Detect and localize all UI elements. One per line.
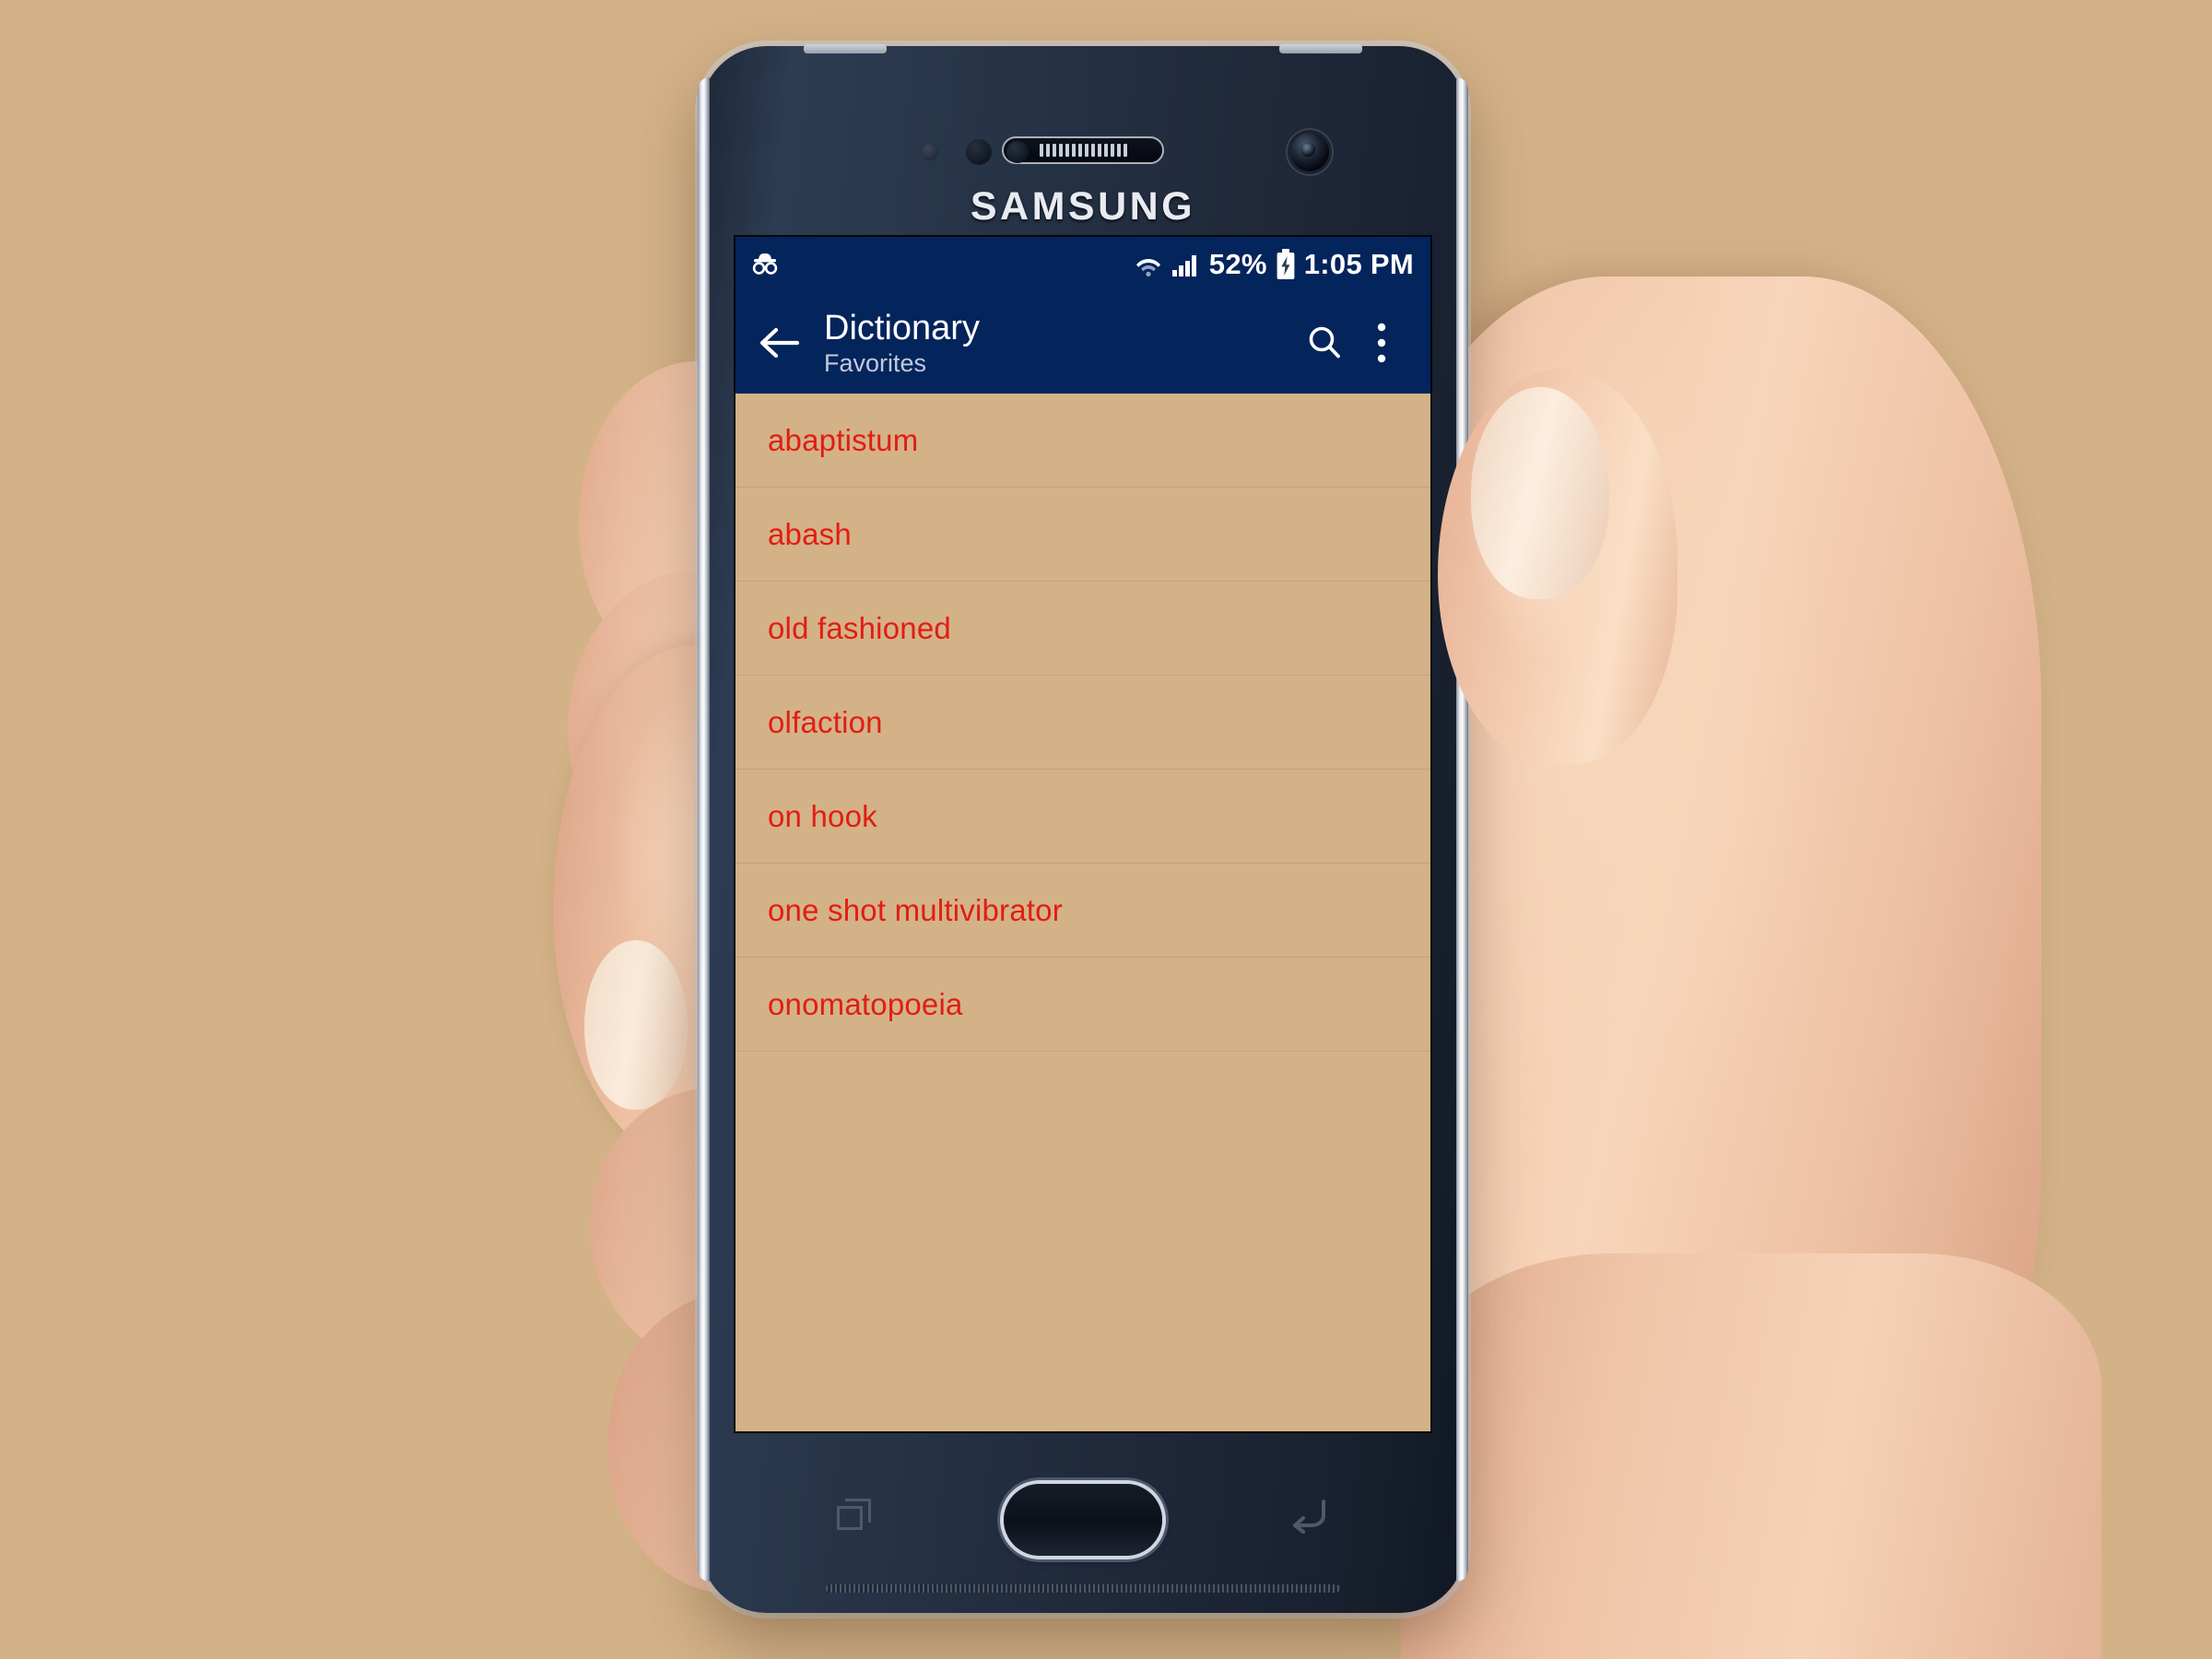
recents-button-icon[interactable] <box>837 1499 874 1532</box>
list-item-label: old fashioned <box>768 610 951 645</box>
list-item-label: abash <box>768 516 852 551</box>
thumb-over-phone-nail <box>1471 387 1609 599</box>
samsung-phone: SAMSUNG 52% 1:05 PM Dictionary Favorites… <box>698 44 1468 1613</box>
status-bar: 52% 1:05 PM <box>735 237 1430 292</box>
list-item-label: onomatopoeia <box>768 986 963 1021</box>
phone-screen: 52% 1:05 PM Dictionary Favorites abaptis… <box>734 235 1432 1433</box>
samsung-brand-logo: SAMSUNG <box>970 184 1196 229</box>
page-subtitle: Favorites <box>824 348 927 377</box>
clock-label: 1:05 PM <box>1303 248 1414 280</box>
app-bar-titles: Dictionary Favorites <box>824 308 1296 377</box>
proximity-sensor-icon <box>922 144 938 160</box>
list-item-label: olfaction <box>768 704 883 739</box>
page-title: Dictionary <box>824 308 980 347</box>
home-button[interactable] <box>1004 1484 1162 1556</box>
list-item[interactable]: on hook <box>735 770 1430 864</box>
list-item-label: one shot multivibrator <box>768 892 1063 927</box>
back-nav-button-icon[interactable] <box>1288 1497 1329 1534</box>
list-item[interactable]: one shot multivibrator <box>735 864 1430 958</box>
list-item[interactable]: abash <box>735 488 1430 582</box>
phone-right-rail <box>1456 77 1468 1582</box>
signal-bars-icon <box>1171 252 1201 277</box>
overflow-menu-icon[interactable] <box>1353 314 1410 371</box>
list-item[interactable]: abaptistum <box>735 394 1430 488</box>
list-item[interactable]: onomatopoeia <box>735 958 1430 1052</box>
battery-percent-label: 52% <box>1208 248 1267 280</box>
hand-wrist <box>1401 1253 2101 1659</box>
list-item-label: abaptistum <box>768 422 919 457</box>
wifi-icon <box>1134 252 1163 277</box>
light-sensor-icon <box>966 139 992 165</box>
iris-sensor-icon <box>1006 141 1029 163</box>
list-item[interactable]: olfaction <box>735 676 1430 770</box>
antenna-band-left <box>804 44 887 53</box>
list-item[interactable]: old fashioned <box>735 582 1430 676</box>
back-arrow-icon[interactable] <box>754 317 806 369</box>
front-camera-icon <box>1290 133 1329 171</box>
thumb-nail <box>584 940 688 1110</box>
antenna-band-right <box>1279 44 1362 53</box>
search-icon[interactable] <box>1296 314 1353 371</box>
incognito-icon <box>748 250 782 279</box>
bottom-speaker-grille <box>826 1584 1340 1593</box>
favorites-word-list: abaptistum abash old fashioned olfaction… <box>735 394 1430 1052</box>
battery-charging-icon <box>1276 249 1296 280</box>
list-item-label: on hook <box>768 798 877 833</box>
app-bar: Dictionary Favorites <box>735 292 1430 394</box>
phone-left-rail <box>698 77 710 1582</box>
